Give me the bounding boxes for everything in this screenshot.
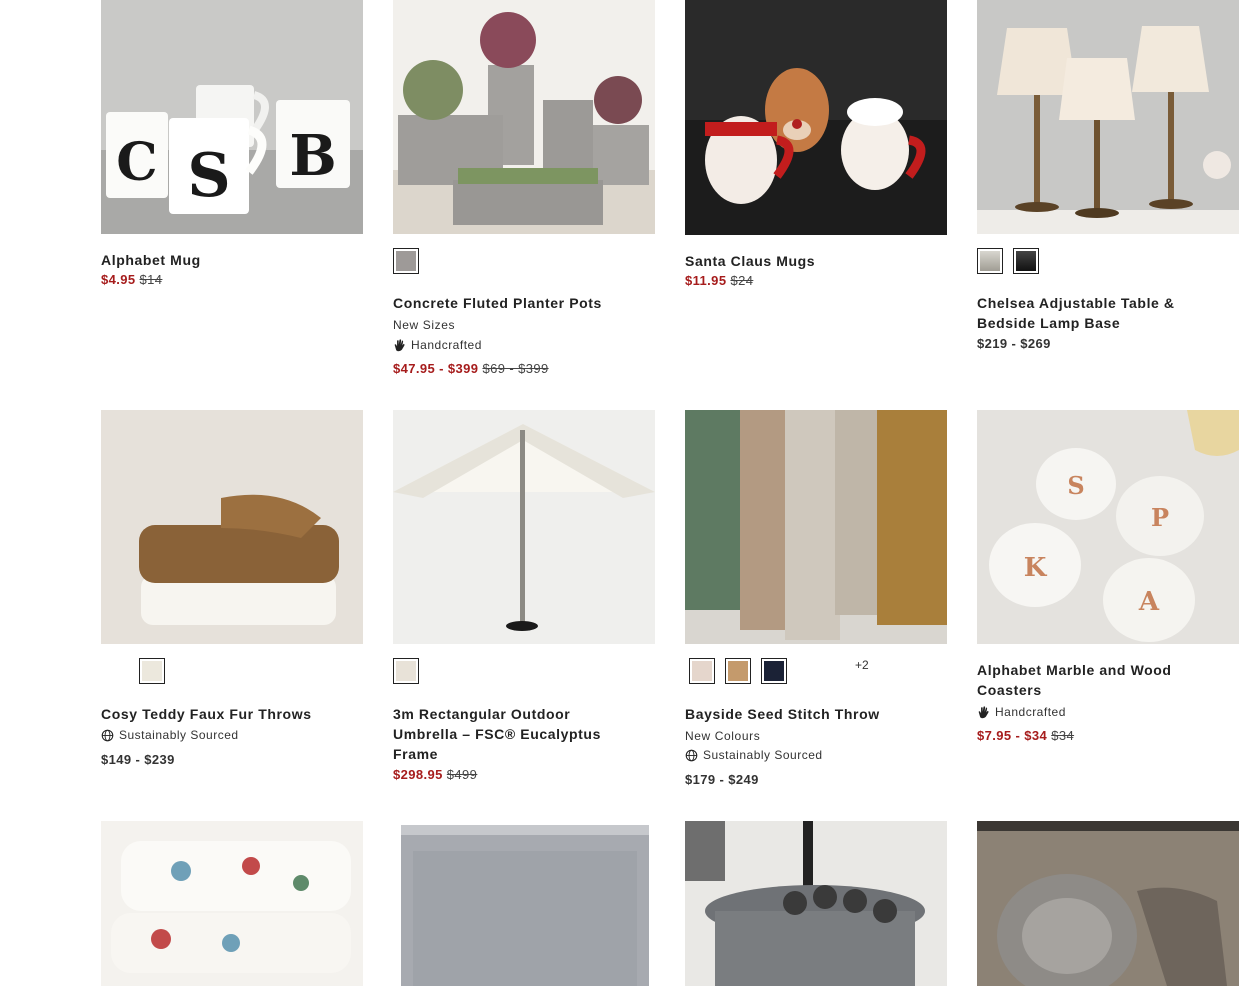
regular-price: $219 - $269 [977,336,1051,351]
product-image[interactable]: S P K A [977,410,1239,644]
regular-price: $149 - $239 [101,752,175,767]
product-image[interactable] [393,821,655,986]
sale-price: $47.95 - $399 [393,361,479,376]
mug-letter-b: B [289,123,336,189]
sustainably-sourced-badge: Sustainably Sourced [101,728,239,742]
product-price: $298.95 $499 [393,767,477,782]
product-subtitle: New Sizes [393,318,456,332]
swatch-brass[interactable] [977,248,1003,274]
product-image[interactable] [685,410,947,644]
product-price: $11.95 $24 [685,273,753,288]
product-price: $4.95 $14 [101,272,162,287]
coaster-letter-k: K [1024,553,1048,583]
swatch-caramel[interactable] [725,658,751,684]
product-title[interactable]: Santa Claus Mugs [685,251,815,271]
product-image[interactable] [393,410,655,644]
swatch-ivory[interactable] [139,658,165,684]
sale-price: $298.95 [393,767,443,782]
was-price: $34 [1051,728,1075,743]
product-title[interactable]: Bayside Seed Stitch Throw [685,704,880,724]
handcrafted-badge: Handcrafted [393,338,482,352]
product-price: $47.95 - $399 $69 - $399 [393,361,549,376]
was-price: $24 [730,273,754,288]
mug-letter-s: S [187,141,230,211]
product-title[interactable]: 3m Rectangular Outdoor Umbrella – FSC® E… [393,704,633,764]
hand-icon [394,338,405,351]
product-price: $7.95 - $34 $34 [977,728,1074,743]
swatch-black[interactable] [1013,248,1039,274]
product-title[interactable]: Alphabet Mug [101,250,201,270]
regular-price: $179 - $249 [685,772,759,787]
was-price: $69 - $399 [482,361,549,376]
product-image[interactable] [393,0,655,234]
swatch-grey[interactable] [393,248,419,274]
was-price: $14 [139,272,163,287]
more-swatches[interactable]: +2 [855,658,869,672]
color-swatches [393,658,419,684]
product-image[interactable] [101,410,363,644]
color-swatches [977,248,1039,274]
product-title[interactable]: Concrete Fluted Planter Pots [393,293,602,313]
coaster-letter-s: S [1067,471,1084,500]
sustainably-sourced-badge: Sustainably Sourced [685,748,823,762]
sale-price: $7.95 - $34 [977,728,1048,743]
swatch-natural[interactable] [393,658,419,684]
product-image[interactable] [685,0,947,235]
product-price: $219 - $269 [977,336,1051,351]
globe-icon [101,729,114,741]
product-title[interactable]: Cosy Teddy Faux Fur Throws [101,704,312,724]
was-price: $499 [446,767,478,782]
sale-price: $4.95 [101,272,136,287]
sale-price: $11.95 [685,273,727,288]
mug-letter-c: C [116,132,157,193]
product-image[interactable] [101,821,363,986]
product-image[interactable]: B C S [101,0,363,234]
hand-icon [978,705,989,718]
coaster-letter-a: A [1138,587,1160,617]
swatch-navy[interactable] [761,658,787,684]
color-swatches [393,248,419,274]
product-image[interactable] [977,0,1239,234]
color-swatches [139,658,165,684]
product-title[interactable]: Alphabet Marble and Wood Coasters [977,660,1217,700]
product-title[interactable]: Chelsea Adjustable Table & Bedside Lamp … [977,293,1217,333]
product-subtitle: New Colours [685,729,761,743]
color-swatches: +2 [689,658,869,684]
globe-icon [685,749,698,761]
handcrafted-badge: Handcrafted [977,705,1066,719]
product-image[interactable] [685,821,947,986]
swatch-oatmeal[interactable] [689,658,715,684]
product-price: $149 - $239 [101,752,175,767]
product-price: $179 - $249 [685,772,759,787]
coaster-letter-p: P [1151,503,1169,532]
product-image[interactable] [977,821,1239,986]
